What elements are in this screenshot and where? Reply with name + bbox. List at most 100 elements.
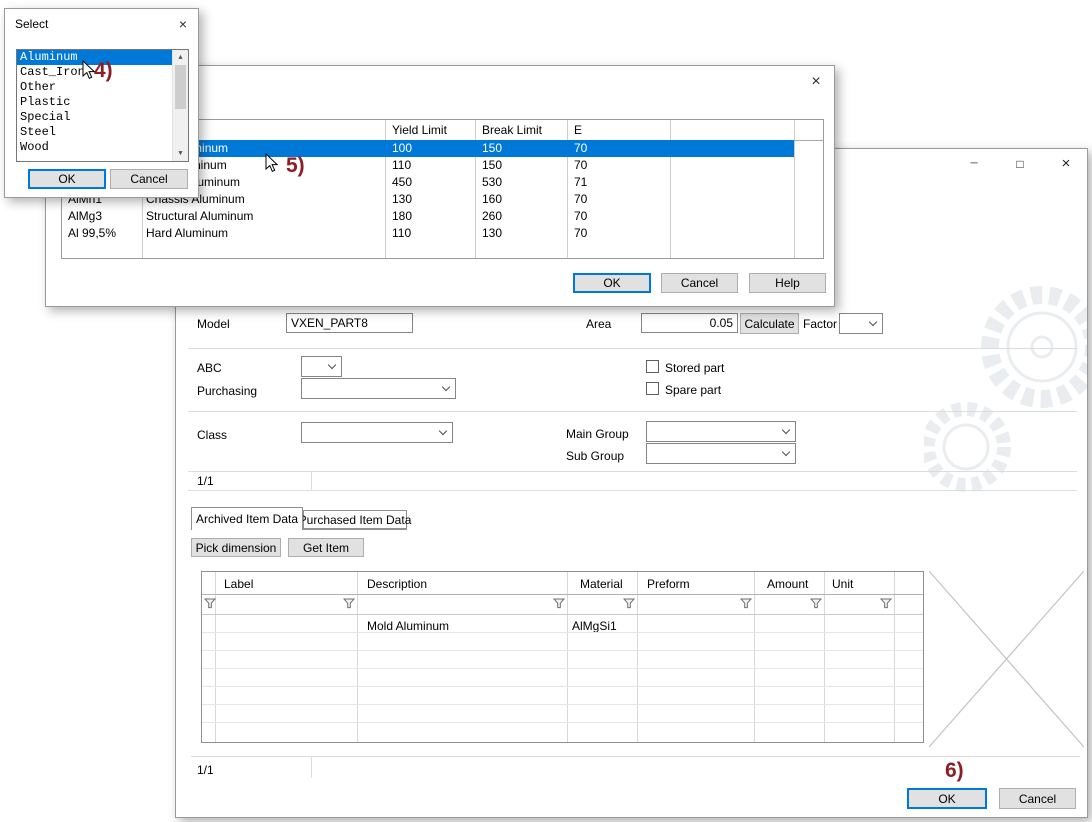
column-header-unit[interactable]: Unit — [832, 577, 853, 591]
column-header-description[interactable]: Description — [367, 577, 427, 591]
cell-name[interactable]: AlMg3 — [68, 209, 102, 224]
column-header-yield-limit[interactable]: Yield Limit — [392, 123, 447, 138]
close-button[interactable]: × — [1043, 149, 1088, 178]
cell-break[interactable]: 150 — [482, 158, 502, 173]
cell-e[interactable]: 70 — [574, 141, 587, 156]
select-titlebar[interactable]: Select × — [5, 9, 198, 41]
list-item[interactable]: Other — [17, 80, 172, 95]
filter-funnel-icon[interactable] — [623, 598, 635, 609]
area-input[interactable]: 0.05 — [641, 313, 738, 333]
abc-dropdown[interactable] — [301, 356, 342, 377]
factor-dropdown[interactable] — [839, 313, 883, 334]
maximize-button[interactable]: □ — [997, 149, 1043, 178]
column-header-material[interactable]: Material — [580, 577, 623, 591]
mouse-cursor — [265, 153, 279, 173]
cell-e[interactable]: 70 — [574, 209, 587, 224]
scrollbar[interactable]: ▲ ▼ — [172, 50, 188, 161]
stored-part-checkbox[interactable] — [646, 360, 659, 373]
abc-label: ABC — [197, 361, 222, 375]
minimize-button[interactable]: ─ — [951, 149, 997, 178]
tab-label: Archived Item Data — [196, 512, 298, 526]
purchasing-dropdown[interactable] — [301, 378, 456, 399]
filter-funnel-icon[interactable] — [343, 598, 355, 609]
cell-break[interactable]: 160 — [482, 192, 502, 207]
grid-line — [202, 594, 923, 595]
preview-picture-box[interactable] — [929, 571, 1084, 747]
grid-line — [202, 614, 923, 615]
stored-part-label: Stored part — [665, 361, 724, 375]
column-header-preform[interactable]: Preform — [647, 577, 690, 591]
filter-funnel-icon[interactable] — [880, 598, 892, 609]
cell-break[interactable]: 530 — [482, 175, 502, 190]
chevron-down-icon — [782, 425, 790, 433]
cell-yield[interactable]: 450 — [392, 175, 412, 190]
scrollbar-thumb[interactable] — [175, 65, 186, 109]
cell-yield[interactable]: 110 — [392, 158, 411, 173]
tab-archived-item-data[interactable]: Archived Item Data — [191, 507, 303, 530]
column-header-label[interactable]: Label — [224, 577, 253, 591]
ok-button[interactable]: OK — [28, 169, 106, 189]
cell-break[interactable]: 260 — [482, 209, 502, 224]
ok-button[interactable]: OK — [573, 273, 651, 293]
column-header-e[interactable]: E — [574, 123, 582, 138]
scroll-down-icon[interactable]: ▼ — [173, 146, 188, 161]
cancel-button[interactable]: Cancel — [661, 273, 738, 293]
spare-part-label: Spare part — [665, 383, 721, 397]
model-label: Model — [197, 317, 230, 331]
cancel-button[interactable]: Cancel — [110, 169, 188, 189]
list-item[interactable]: Wood — [17, 140, 172, 155]
cell-break[interactable]: 150 — [482, 141, 502, 156]
column-header-break-limit[interactable]: Break Limit — [482, 123, 542, 138]
cell-e[interactable]: 71 — [574, 175, 587, 190]
calculate-button[interactable]: Calculate — [740, 313, 799, 334]
cell-material[interactable]: AlMgSi1 — [572, 619, 617, 633]
close-icon: × — [179, 16, 187, 32]
maximize-icon: □ — [1016, 157, 1023, 171]
record-pager: 1/1 — [197, 474, 214, 488]
cancel-button[interactable]: Cancel — [999, 788, 1076, 809]
tab-purchased-item-data[interactable]: Purchased Item Data — [303, 510, 407, 529]
cell-e[interactable]: 70 — [574, 158, 587, 173]
cell-e[interactable]: 70 — [574, 226, 587, 241]
model-input[interactable]: VXEN_PART8 — [286, 313, 413, 333]
mouse-cursor — [82, 60, 96, 80]
pick-dimension-button[interactable]: Pick dimension — [191, 538, 281, 557]
sub-group-label: Sub Group — [566, 449, 624, 463]
scroll-up-icon[interactable]: ▲ — [173, 50, 188, 65]
separator — [188, 490, 1077, 491]
minimize-icon: ─ — [970, 158, 977, 169]
list-item[interactable]: Special — [17, 110, 172, 125]
cell-e[interactable]: 70 — [574, 192, 587, 207]
sub-group-dropdown[interactable] — [646, 443, 796, 464]
help-button[interactable]: Help — [749, 273, 826, 293]
close-button[interactable]: × — [171, 14, 195, 34]
close-icon: × — [811, 73, 820, 91]
filter-funnel-icon[interactable] — [553, 598, 565, 609]
separator — [191, 756, 1080, 757]
list-item[interactable]: Steel — [17, 125, 172, 140]
filter-funnel-icon[interactable] — [204, 598, 216, 609]
column-header-amount[interactable]: Amount — [767, 577, 808, 591]
separator — [188, 411, 1077, 412]
get-item-button[interactable]: Get Item — [288, 538, 364, 557]
list-item[interactable]: Plastic — [17, 95, 172, 110]
cell-yield[interactable]: 180 — [392, 209, 412, 224]
class-dropdown[interactable] — [301, 422, 453, 443]
spare-part-checkbox[interactable] — [646, 382, 659, 395]
grid-line — [202, 650, 923, 651]
close-button[interactable]: × — [802, 71, 830, 93]
cell-description[interactable]: Mold Aluminum — [367, 619, 449, 633]
cell-description[interactable]: Hard Aluminum — [146, 226, 228, 241]
separator — [188, 348, 1077, 349]
cell-description[interactable]: Structural Aluminum — [146, 209, 253, 224]
grid-line — [754, 572, 755, 742]
cell-break[interactable]: 130 — [482, 226, 502, 241]
filter-funnel-icon[interactable] — [810, 598, 822, 609]
ok-button[interactable]: OK — [907, 788, 987, 809]
main-group-dropdown[interactable] — [646, 421, 796, 442]
cell-yield[interactable]: 100 — [392, 141, 412, 156]
filter-funnel-icon[interactable] — [740, 598, 752, 609]
cell-name[interactable]: Al 99,5% — [68, 226, 116, 241]
cell-yield[interactable]: 130 — [392, 192, 412, 207]
cell-yield[interactable]: 110 — [392, 226, 411, 241]
